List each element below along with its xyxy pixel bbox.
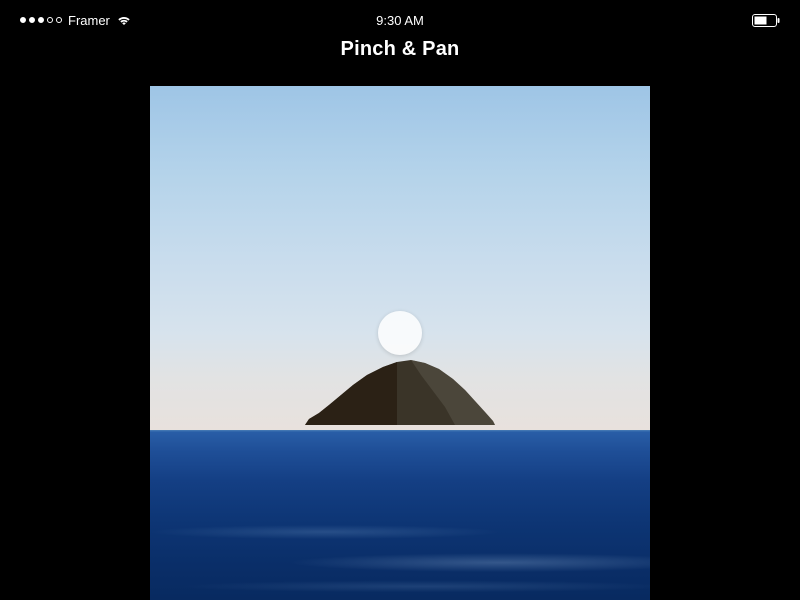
battery-icon [752, 14, 780, 27]
clock: 9:30 AM [376, 13, 424, 28]
carrier-label: Framer [68, 13, 110, 28]
signal-strength-icon [20, 17, 62, 23]
photo-viewport[interactable] [150, 86, 650, 600]
nav-bar: Pinch & Pan [0, 38, 800, 61]
status-left: Framer [20, 13, 132, 28]
horizon-line [150, 430, 650, 432]
rock-island [305, 357, 495, 430]
wifi-icon [116, 14, 132, 26]
status-right [752, 14, 780, 27]
page-title: Pinch & Pan [0, 38, 800, 61]
status-bar: Framer 9:30 AM [0, 10, 800, 30]
sea-region [150, 430, 650, 600]
seascape-photo[interactable] [150, 86, 650, 600]
